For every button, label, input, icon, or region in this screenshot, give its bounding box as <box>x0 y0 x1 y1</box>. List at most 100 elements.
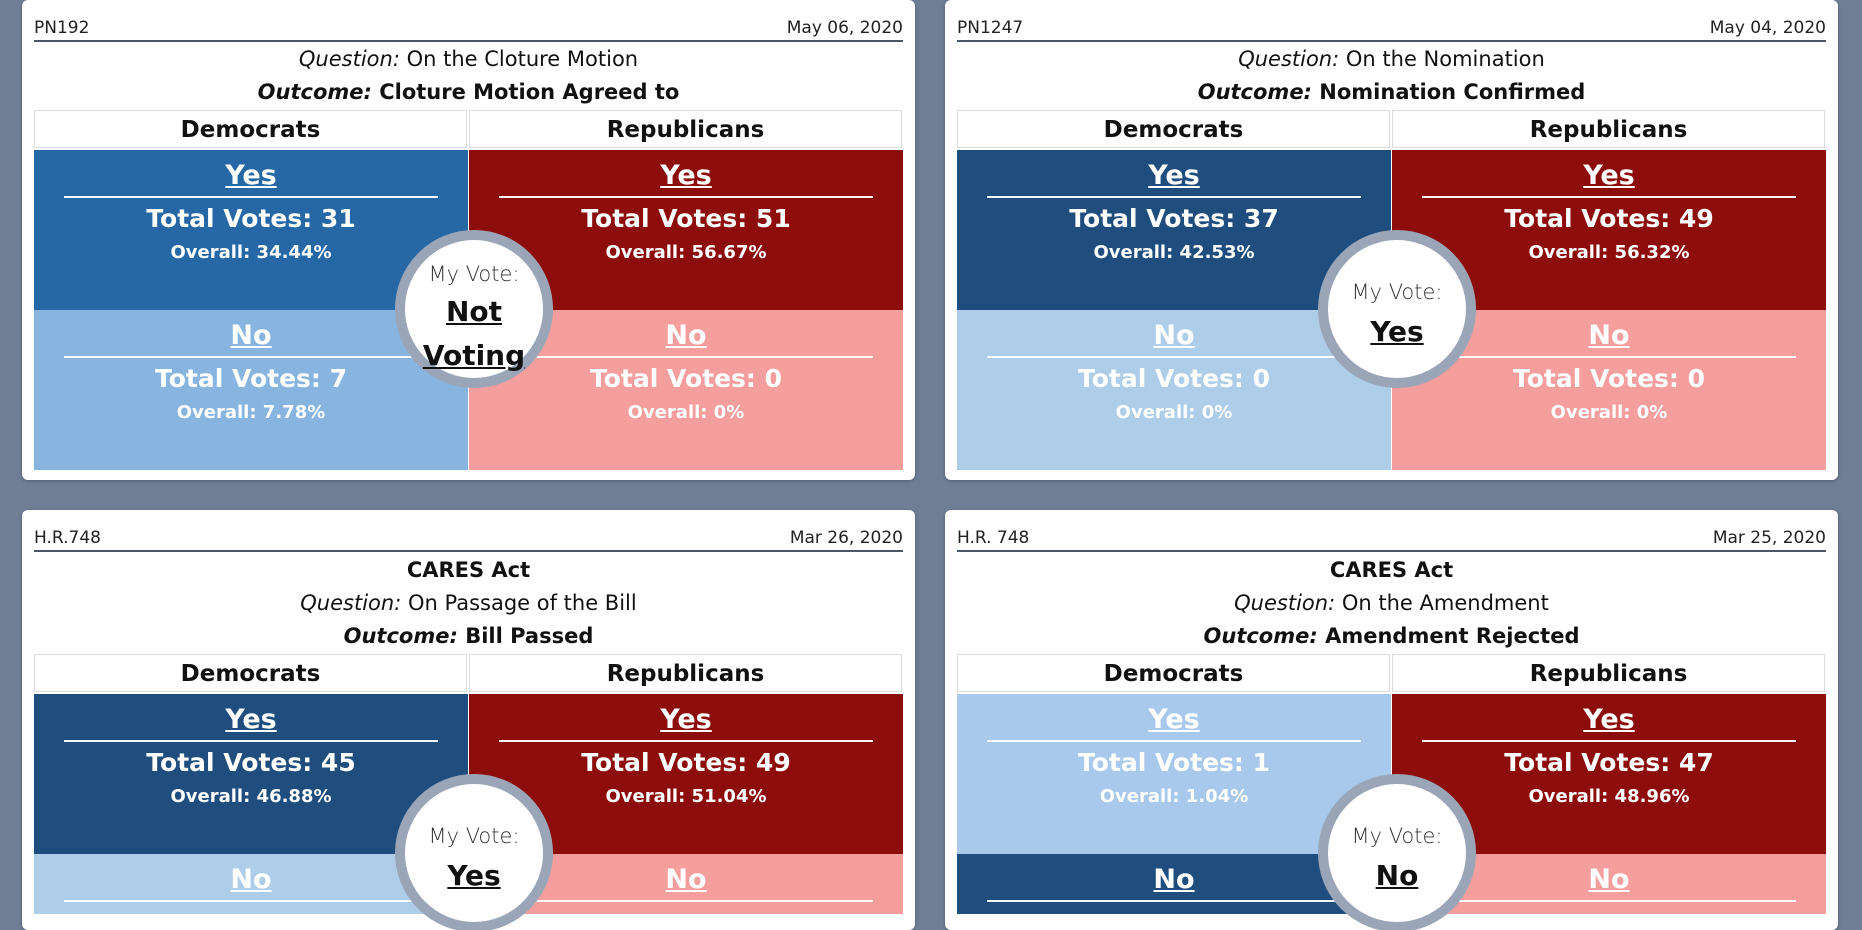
question-text: On Passage of the Bill <box>407 591 637 615</box>
rep-no-overall: Overall: 0% <box>627 402 745 423</box>
question-key: Question: <box>298 47 400 71</box>
question-key: Question: <box>1238 47 1340 71</box>
rep-yes-total: Total Votes: 49 <box>581 748 791 777</box>
dem-no-total: Total Votes: 7 <box>154 364 348 393</box>
vote-date: Mar 26, 2020 <box>789 528 903 548</box>
outcome-key: Outcome: <box>343 624 458 648</box>
dem-no-overall: Overall: 0% <box>1115 402 1233 423</box>
outcome-key: Outcome: <box>1203 624 1318 648</box>
outcome-key: Outcome: <box>257 80 372 104</box>
my-vote-value-line2[interactable]: Voting <box>405 334 543 378</box>
outcome-text: Amendment Rejected <box>1325 624 1580 648</box>
vote-card: PN192 May 06, 2020 Question: On the Clot… <box>22 0 915 480</box>
rep-no-link[interactable]: No <box>499 860 873 902</box>
vote-date: Mar 25, 2020 <box>1712 528 1826 548</box>
vote-grid: Democrats Republicans Yes Total Votes: 4… <box>34 654 903 930</box>
rep-yes-total: Total Votes: 49 <box>1504 204 1714 233</box>
my-vote-value[interactable]: Yes <box>405 854 543 898</box>
dem-yes-overall: Overall: 46.88% <box>170 786 332 807</box>
question-line: Question: On the Cloture Motion <box>22 47 915 71</box>
my-vote-label: My Vote: <box>428 824 520 848</box>
vote-grid: Democrats Republicans Yes Total Votes: 3… <box>957 110 1826 470</box>
vote-grid: Democrats Republicans Yes Total Votes: 1… <box>957 654 1826 930</box>
outcome-key: Outcome: <box>1197 80 1312 104</box>
question-line: Question: On the Nomination <box>945 47 1838 71</box>
republicans-header: Republicans <box>1392 110 1825 148</box>
dem-yes-link[interactable]: Yes <box>987 156 1361 198</box>
republicans-header: Republicans <box>469 110 902 148</box>
question-text: On the Amendment <box>1341 591 1549 615</box>
rep-yes-link[interactable]: Yes <box>1422 156 1796 198</box>
bill-id: H.R. 748 <box>957 528 1030 548</box>
rep-yes-link[interactable]: Yes <box>499 156 873 198</box>
question-text: On the Nomination <box>1345 47 1545 71</box>
rep-yes-link[interactable]: Yes <box>499 700 873 742</box>
dem-yes-total: Total Votes: 45 <box>146 748 356 777</box>
dem-yes-link[interactable]: Yes <box>64 156 438 198</box>
my-vote-label: My Vote: <box>1351 824 1443 848</box>
card-header: PN1247 May 04, 2020 <box>957 0 1826 42</box>
rep-no-link[interactable]: No <box>499 316 873 358</box>
democrats-header: Democrats <box>34 654 467 692</box>
bill-title: CARES Act <box>1329 558 1454 582</box>
republicans-header: Republicans <box>1392 654 1825 692</box>
rep-no-link[interactable]: No <box>1422 316 1796 358</box>
dem-no-link[interactable]: No <box>987 316 1361 358</box>
my-vote-label: My Vote: <box>428 262 520 286</box>
rep-yes-total: Total Votes: 47 <box>1504 748 1714 777</box>
question-line: Question: On the Amendment <box>945 591 1838 615</box>
card-header: PN192 May 06, 2020 <box>34 0 903 42</box>
question-key: Question: <box>300 591 402 615</box>
rep-yes-link[interactable]: Yes <box>1422 700 1796 742</box>
question-line: Question: On Passage of the Bill <box>22 591 915 615</box>
dem-yes-overall: Overall: 1.04% <box>1099 786 1249 807</box>
dem-yes-link[interactable]: Yes <box>64 700 438 742</box>
democrats-header: Democrats <box>957 110 1390 148</box>
dem-yes-link[interactable]: Yes <box>987 700 1361 742</box>
rep-yes-total: Total Votes: 51 <box>581 204 791 233</box>
outcome-line: Outcome: Amendment Rejected <box>945 624 1838 648</box>
dem-no-link[interactable]: No <box>64 860 438 902</box>
democrats-header: Democrats <box>957 654 1390 692</box>
dem-no-link[interactable]: No <box>987 860 1361 902</box>
vote-grid: Democrats Republicans Yes Total Votes: 3… <box>34 110 903 470</box>
bill-id: PN192 <box>34 18 90 38</box>
outcome-line: Outcome: Nomination Confirmed <box>945 80 1838 104</box>
vote-card: PN1247 May 04, 2020 Question: On the Nom… <box>945 0 1838 480</box>
outcome-text: Bill Passed <box>465 624 594 648</box>
card-header: H.R. 748 Mar 25, 2020 <box>957 510 1826 552</box>
my-vote-value-line1[interactable]: Not <box>405 290 543 334</box>
my-vote-label: My Vote: <box>1351 280 1443 304</box>
rep-no-overall: Overall: 0% <box>1550 402 1668 423</box>
bill-id: H.R.748 <box>34 528 101 548</box>
dem-no-overall: Overall: 7.78% <box>176 402 326 423</box>
my-vote-badge: My Vote: Yes <box>395 774 553 930</box>
dem-no-link[interactable]: No <box>64 316 438 358</box>
dem-no-total: Total Votes: 0 <box>1077 364 1271 393</box>
rep-no-link[interactable]: No <box>1422 860 1796 902</box>
question-text: On the Cloture Motion <box>406 47 639 71</box>
vote-card: H.R.748 Mar 26, 2020 CARES Act Question:… <box>22 510 915 930</box>
dem-yes-overall: Overall: 34.44% <box>170 242 332 263</box>
my-vote-value[interactable]: No <box>1328 854 1466 898</box>
my-vote-badge: My Vote: Yes <box>1318 230 1476 388</box>
bill-title: CARES Act <box>406 558 531 582</box>
card-header: H.R.748 Mar 26, 2020 <box>34 510 903 552</box>
outcome-text: Cloture Motion Agreed to <box>379 80 680 104</box>
dem-yes-total: Total Votes: 37 <box>1069 204 1279 233</box>
my-vote-value[interactable]: Yes <box>1328 310 1466 354</box>
my-vote-badge: My Vote: Not Voting <box>395 230 553 388</box>
democrats-header: Democrats <box>34 110 467 148</box>
dem-yes-total: Total Votes: 31 <box>146 204 356 233</box>
question-key: Question: <box>1234 591 1336 615</box>
vote-card: H.R. 748 Mar 25, 2020 CARES Act Question… <box>945 510 1838 930</box>
vote-date: May 04, 2020 <box>1709 18 1826 38</box>
outcome-line: Outcome: Cloture Motion Agreed to <box>22 80 915 104</box>
bill-id: PN1247 <box>957 18 1024 38</box>
vote-date: May 06, 2020 <box>786 18 903 38</box>
dem-yes-overall: Overall: 42.53% <box>1093 242 1255 263</box>
republicans-header: Republicans <box>469 654 902 692</box>
my-vote-badge: My Vote: No <box>1318 774 1476 930</box>
outcome-text: Nomination Confirmed <box>1319 80 1586 104</box>
rep-no-total: Total Votes: 0 <box>1512 364 1706 393</box>
